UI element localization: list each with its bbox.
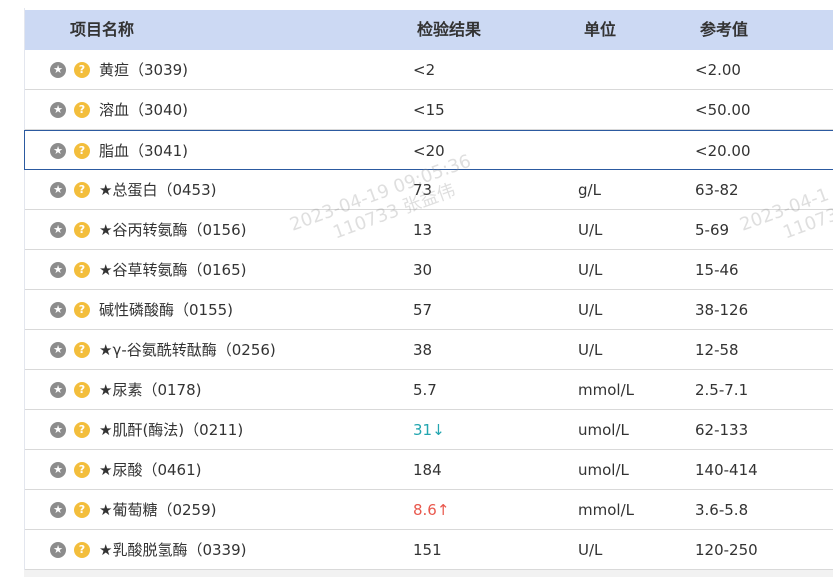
table-row[interactable]: ★? ★谷草转氨酶（0165) 30 U/L 15-46 [25, 250, 833, 290]
horizontal-scrollbar[interactable] [24, 570, 833, 577]
table-header: 项目名称 检验结果 单位 参考值 [25, 10, 833, 51]
question-icon[interactable]: ? [74, 342, 90, 358]
item-name-cell: ★γ-谷氨酰转酞酶（0256) [99, 341, 276, 359]
question-icon[interactable]: ? [74, 222, 90, 238]
result-cell: 73 [413, 181, 433, 199]
result-cell: 57 [413, 301, 433, 319]
star-icon[interactable]: ★ [50, 542, 66, 558]
star-icon[interactable]: ★ [50, 422, 66, 438]
question-icon[interactable]: ? [74, 502, 90, 518]
reference-cell: 62-133 [695, 421, 749, 439]
item-name-cell: 黄疸（3039) [99, 61, 189, 79]
reference-cell: 5-69 [695, 221, 730, 239]
table-row[interactable]: ★? 溶血（3040) <15 <50.00 [25, 90, 833, 130]
unit-cell: mmol/L [578, 381, 634, 399]
question-icon[interactable]: ? [74, 62, 90, 78]
star-icon[interactable]: ★ [50, 143, 66, 159]
reference-cell: <20.00 [695, 142, 751, 160]
item-name-cell: 溶血（3040) [99, 101, 189, 119]
reference-cell: 12-58 [695, 341, 739, 359]
table-row[interactable]: ★? ★葡萄糖（0259) 8.6↑ mmol/L 3.6-5.8 [25, 490, 833, 530]
result-cell: 184 [413, 461, 442, 479]
star-icon[interactable]: ★ [50, 342, 66, 358]
result-cell: 38 [413, 341, 433, 359]
star-icon[interactable]: ★ [50, 62, 66, 78]
reference-cell: 140-414 [695, 461, 758, 479]
reference-cell: 120-250 [695, 541, 758, 559]
item-name-cell: ★葡萄糖（0259) [99, 501, 217, 519]
star-icon[interactable]: ★ [50, 182, 66, 198]
table-row[interactable]: ★? ★乳酸脱氢酶（0339) 151 U/L 120-250 [25, 530, 833, 570]
unit-cell: U/L [578, 261, 603, 279]
question-icon[interactable]: ? [74, 462, 90, 478]
item-name-cell: 碱性磷酸酶（0155) [99, 301, 234, 319]
result-cell: <15 [413, 101, 445, 119]
item-name-cell: ★肌酐(酶法)（0211) [99, 421, 244, 439]
question-icon[interactable]: ? [74, 382, 90, 398]
unit-cell: U/L [578, 301, 603, 319]
star-icon[interactable]: ★ [50, 262, 66, 278]
header-result: 检验结果 [417, 20, 482, 39]
star-icon[interactable]: ★ [50, 102, 66, 118]
question-icon[interactable]: ? [74, 143, 90, 159]
item-name-cell: ★总蛋白（0453) [99, 181, 217, 199]
question-icon[interactable]: ? [74, 262, 90, 278]
star-icon[interactable]: ★ [50, 382, 66, 398]
star-icon[interactable]: ★ [50, 302, 66, 318]
lab-results-table: 项目名称 检验结果 单位 参考值 ★? 黄疸（3039) <2 <2.00 ★? 溶血（3… [24, 8, 833, 577]
table-row[interactable]: ★? 黄疸（3039) <2 <2.00 [25, 50, 833, 90]
result-cell: 30 [413, 261, 433, 279]
question-icon[interactable]: ? [74, 102, 90, 118]
table-row[interactable]: ★? ★谷丙转氨酶（0156) 13 U/L 5-69 [25, 210, 833, 250]
unit-cell: mmol/L [578, 501, 634, 519]
item-name-cell: ★尿素（0178) [99, 381, 202, 399]
unit-cell: U/L [578, 541, 603, 559]
table-row[interactable]: ★? ★尿素（0178) 5.7 mmol/L 2.5-7.1 [25, 370, 833, 410]
question-icon[interactable]: ? [74, 182, 90, 198]
table-row[interactable]: ★? ★γ-谷氨酰转酞酶（0256) 38 U/L 12-58 [25, 330, 833, 370]
unit-cell: umol/L [578, 461, 629, 479]
table-row[interactable]: ★? 碱性磷酸酶（0155) 57 U/L 38-126 [25, 290, 833, 330]
table-row[interactable]: ★? ★肌酐(酶法)（0211) 31↓ umol/L 62-133 [25, 410, 833, 450]
header-reference: 参考值 [700, 20, 749, 39]
reference-cell: <50.00 [695, 101, 751, 119]
item-name-cell: ★谷草转氨酶（0165) [99, 261, 247, 279]
item-name-cell: 脂血（3041) [99, 142, 189, 160]
reference-cell: 63-82 [695, 181, 739, 199]
star-icon[interactable]: ★ [50, 222, 66, 238]
star-icon[interactable]: ★ [50, 462, 66, 478]
result-cell: 13 [413, 221, 433, 239]
question-icon[interactable]: ? [74, 422, 90, 438]
star-icon[interactable]: ★ [50, 502, 66, 518]
result-cell: <20 [413, 142, 445, 160]
item-name-cell: ★谷丙转氨酶（0156) [99, 221, 247, 239]
table-row[interactable]: ★? 脂血（3041) <20 <20.00 [24, 130, 833, 170]
unit-cell: U/L [578, 221, 603, 239]
item-name-cell: ★尿酸（0461) [99, 461, 202, 479]
result-cell: 31↓ [413, 421, 445, 439]
unit-cell: umol/L [578, 421, 629, 439]
result-cell: 151 [413, 541, 442, 559]
header-item-name: 项目名称 [70, 20, 135, 39]
table-row[interactable]: ★? ★总蛋白（0453) 73 g/L 63-82 [25, 170, 833, 210]
reference-cell: 2.5-7.1 [695, 381, 749, 399]
left-gutter [0, 0, 24, 577]
question-icon[interactable]: ? [74, 302, 90, 318]
result-cell: 5.7 [413, 381, 437, 399]
header-unit: 单位 [584, 20, 617, 39]
reference-cell: <2.00 [695, 61, 741, 79]
question-icon[interactable]: ? [74, 542, 90, 558]
unit-cell: g/L [578, 181, 601, 199]
reference-cell: 38-126 [695, 301, 749, 319]
unit-cell: U/L [578, 341, 603, 359]
reference-cell: 3.6-5.8 [695, 501, 749, 519]
reference-cell: 15-46 [695, 261, 739, 279]
item-name-cell: ★乳酸脱氢酶（0339) [99, 541, 247, 559]
table-row[interactable]: ★? ★尿酸（0461) 184 umol/L 140-414 [25, 450, 833, 490]
result-cell: 8.6↑ [413, 501, 450, 519]
result-cell: <2 [413, 61, 436, 79]
